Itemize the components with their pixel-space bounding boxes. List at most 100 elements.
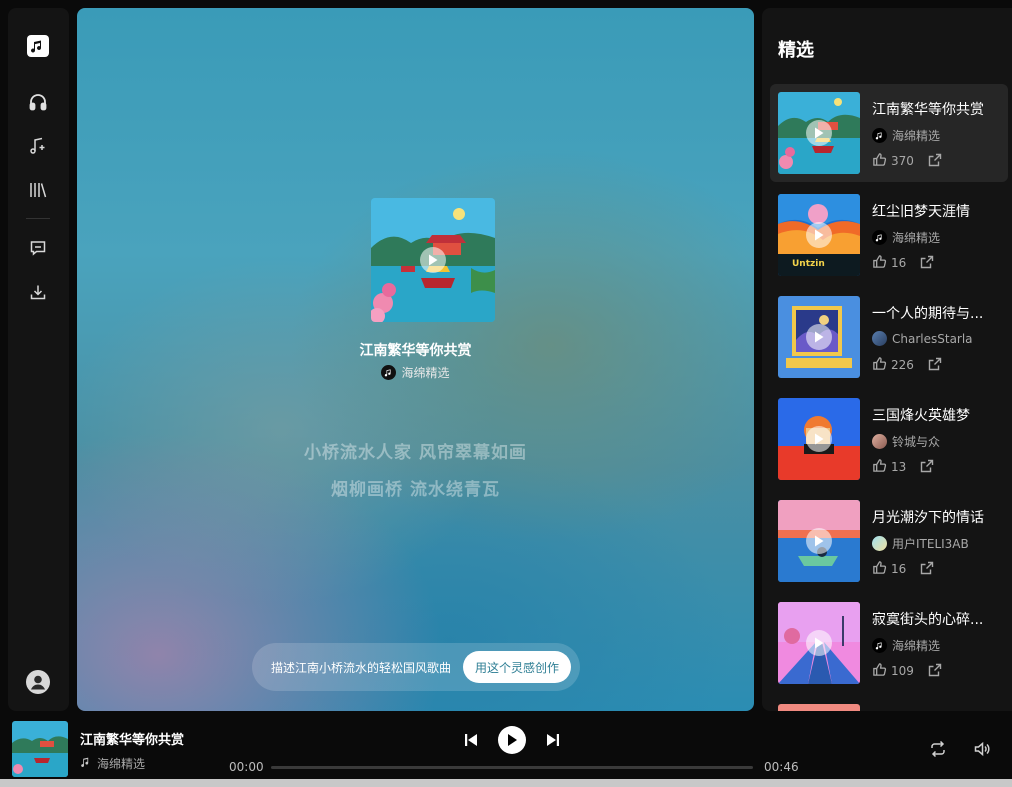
artist-logo-icon [381, 365, 397, 380]
song-cover-art [778, 296, 860, 378]
featured-song-item[interactable]: 月光潮汐下的情话 用户ITELI3AB 16 [770, 492, 1008, 590]
featured-panel: 精选 江南繁华等你共赏 海绵精选 370 Untzin 红尘旧梦天涯情 海绵精选… [762, 8, 1012, 711]
stage-song-title: 江南繁华等你共赏 [359, 343, 472, 359]
song-title: 红尘旧梦天涯情 [872, 204, 970, 220]
thumbs-up-icon[interactable] [872, 356, 887, 374]
volume-icon[interactable] [972, 739, 992, 759]
app-root: 江南繁华等你共赏 海绵精选 小桥流水人家 风帘翠幕如画 烟柳画桥 流水绕青瓦 描… [0, 0, 1012, 787]
repeat-icon[interactable] [928, 739, 948, 759]
user-avatar-icon[interactable] [26, 670, 50, 694]
share-icon[interactable] [920, 255, 934, 272]
song-meta: 370 [872, 152, 942, 170]
song-title: 寂寞街头的心碎... [872, 612, 984, 628]
like-count: 13 [891, 460, 907, 474]
song-artist: 用户ITELI3AB [872, 535, 969, 552]
song-meta: 13 [872, 458, 934, 476]
like-count: 16 [891, 256, 907, 270]
lyric-line-2: 烟柳画桥 流水绕青瓦 [331, 480, 500, 500]
headphones-icon[interactable] [26, 90, 50, 114]
player-song-title: 江南繁华等你共赏 [80, 733, 185, 748]
song-cover-art [778, 602, 860, 684]
play-icon[interactable] [420, 247, 446, 273]
player-cover-art[interactable] [12, 721, 68, 777]
featured-title: 精选 [778, 40, 814, 61]
window-bottom-edge [0, 779, 1012, 787]
total-duration: 00:46 [764, 760, 799, 774]
song-meta: 16 [872, 254, 934, 272]
user-avatar-icon [872, 331, 887, 346]
song-cover-art: Untzin [778, 194, 860, 276]
logo-icon[interactable] [26, 34, 50, 58]
song-artist: 海绵精选 [872, 637, 940, 654]
user-avatar-icon [872, 434, 887, 449]
featured-song-item[interactable]: 三国烽火英雄梦 铃城与众 13 [770, 390, 1008, 488]
use-inspiration-button[interactable]: 用这个灵感创作 [463, 651, 572, 683]
like-count: 109 [891, 664, 914, 678]
share-icon[interactable] [920, 459, 934, 476]
like-count: 226 [891, 358, 914, 372]
share-icon[interactable] [920, 561, 934, 578]
song-artist-name: CharlesStarla [892, 331, 973, 346]
share-icon[interactable] [928, 153, 942, 170]
featured-song-item[interactable]: 一个人的期待与... CharlesStarla 226 [770, 288, 1008, 386]
user-avatar-icon [872, 536, 887, 551]
play-icon[interactable] [806, 426, 832, 452]
song-artist-name: 海绵精选 [892, 129, 941, 143]
song-artist: CharlesStarla [872, 331, 973, 346]
stage-artist[interactable]: 海绵精选 [77, 364, 754, 381]
play-icon[interactable] [806, 324, 832, 350]
player-artist: 海绵精选 [80, 755, 145, 772]
song-title: 江南繁华等你共赏 [872, 102, 984, 118]
music-note-icon [80, 756, 92, 771]
like-count: 370 [891, 154, 914, 168]
play-icon[interactable] [806, 222, 832, 248]
previous-track-icon[interactable] [462, 731, 480, 749]
song-artist: 海绵精选 [872, 229, 940, 246]
song-title: 三国烽火英雄梦 [872, 408, 970, 424]
song-artist-name: 海绵精选 [892, 231, 941, 245]
download-icon[interactable] [26, 280, 50, 304]
artist-logo-icon [872, 128, 887, 143]
share-icon[interactable] [928, 663, 942, 680]
play-icon[interactable] [806, 120, 832, 146]
song-meta: 109 [872, 662, 942, 680]
message-icon[interactable] [26, 236, 50, 260]
inspiration-prompt-bar: 描述江南小桥流水的轻松国风歌曲 用这个灵感创作 [252, 643, 580, 691]
sidebar-divider [26, 218, 50, 219]
share-icon[interactable] [928, 357, 942, 374]
song-artist-name: 铃城与众 [892, 435, 941, 449]
featured-song-item[interactable]: 寂寞街头的心碎... 海绵精选 109 [770, 594, 1008, 692]
thumbs-up-icon[interactable] [872, 152, 887, 170]
song-artist: 海绵精选 [872, 127, 940, 144]
play-pause-button[interactable] [498, 726, 526, 754]
thumbs-up-icon[interactable] [872, 254, 887, 272]
stage-cover-art[interactable] [371, 198, 495, 322]
song-artist: 铃城与众 [872, 433, 940, 450]
thumbs-up-icon[interactable] [872, 458, 887, 476]
song-meta: 226 [872, 356, 942, 374]
featured-song-item[interactable]: Untzin 红尘旧梦天涯情 海绵精选 16 [770, 186, 1008, 284]
lyric-line-1: 小桥流水人家 风帘翠幕如画 [304, 443, 527, 463]
artist-logo-icon [872, 638, 887, 653]
song-cover-art [778, 500, 860, 582]
song-title: 一个人的期待与... [872, 306, 984, 322]
artist-logo-icon [872, 230, 887, 245]
current-time: 00:00 [229, 760, 264, 774]
now-playing-stage: 江南繁华等你共赏 海绵精选 小桥流水人家 风帘翠幕如画 烟柳画桥 流水绕青瓦 描… [77, 8, 754, 711]
next-track-icon[interactable] [544, 731, 562, 749]
left-sidebar [8, 8, 69, 711]
thumbs-up-icon[interactable] [872, 662, 887, 680]
play-icon[interactable] [806, 528, 832, 554]
thumbs-up-icon[interactable] [872, 560, 887, 578]
song-cover-art [778, 92, 860, 174]
song-meta: 16 [872, 560, 934, 578]
player-artist-name: 海绵精选 [97, 757, 146, 771]
featured-song-item[interactable]: 江南繁华等你共赏 海绵精选 370 [770, 84, 1008, 182]
play-icon[interactable] [806, 630, 832, 656]
music-create-icon[interactable] [26, 134, 50, 158]
song-artist-name: 用户ITELI3AB [892, 537, 969, 551]
library-icon[interactable] [26, 178, 50, 202]
stage-artist-name: 海绵精选 [401, 366, 450, 380]
like-count: 16 [891, 562, 907, 576]
progress-bar[interactable] [271, 766, 753, 769]
